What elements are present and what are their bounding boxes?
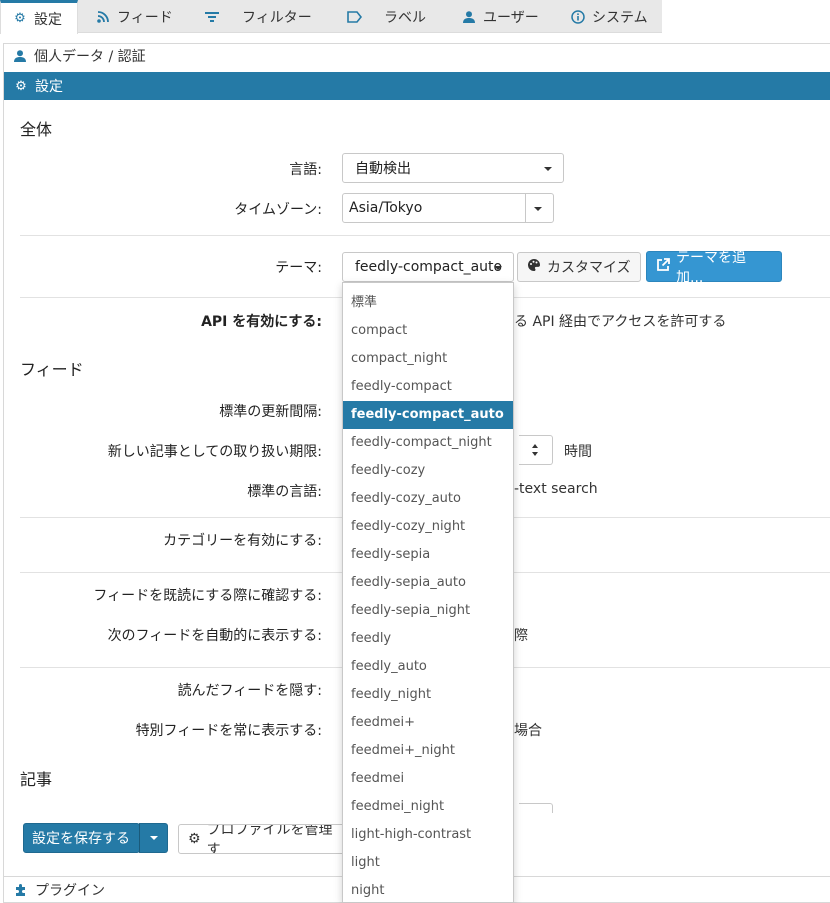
rss-icon — [95, 9, 111, 25]
gear-icon: ⚙ — [188, 831, 201, 847]
tab-label: フィルター — [242, 9, 312, 26]
theme-option[interactable]: feedly-sepia_night — [343, 597, 513, 625]
customize-button[interactable]: カスタマイズ — [517, 252, 641, 282]
auto-next-hint: 際 — [514, 628, 528, 644]
theme-option[interactable]: feedly-cozy — [343, 457, 513, 485]
theme-option[interactable]: feedly-sepia — [343, 541, 513, 569]
theme-option[interactable]: feedmei+_night — [343, 737, 513, 765]
theme-option[interactable]: feedly-sepia_auto — [343, 569, 513, 597]
theme-option[interactable]: feedly-compact_auto — [343, 401, 513, 429]
settings-header[interactable]: ⚙ 設定 — [4, 72, 830, 100]
theme-option[interactable]: feedly_auto — [343, 653, 513, 681]
section-articles-heading: 記事 — [20, 770, 53, 789]
chevron-down-icon — [149, 836, 158, 840]
default-language-hint: -text search — [514, 481, 598, 497]
section-general-heading: 全体 — [20, 120, 53, 139]
categories-label: カテゴリーを有効にする: — [163, 533, 322, 549]
language-select-value: 自動検出 — [355, 161, 411, 177]
hide-read-label: 読んだフィードを隠す: — [177, 683, 322, 699]
theme-option[interactable]: light-high-contrast — [343, 821, 513, 849]
theme-label: テーマ: — [275, 260, 322, 276]
tab-label: ラベル — [384, 9, 426, 26]
always-show-special-hint: 場合 — [514, 723, 542, 739]
theme-option[interactable]: feedmei_night — [343, 793, 513, 821]
fresh-limit-stepper[interactable] — [519, 435, 553, 465]
section-feeds-heading: フィード — [20, 360, 84, 379]
save-settings-label: 設定を保存する — [32, 831, 130, 847]
chevron-down-icon — [494, 266, 502, 270]
always-show-special-label: 特別フィードを常に表示する: — [135, 723, 322, 739]
language-label: 言語: — [289, 162, 322, 178]
confirm-mark-read-label: フィードを既読にする際に確認する: — [93, 588, 322, 604]
label-icon — [346, 9, 362, 25]
theme-select-value: feedly-compact_auto — [355, 259, 503, 275]
theme-option[interactable]: feedly-compact_night — [343, 429, 513, 457]
auto-next-label: 次のフィードを自動的に表示する: — [107, 628, 322, 644]
chevron-down-icon[interactable] — [532, 452, 538, 456]
language-select[interactable]: 自動検出 — [342, 153, 564, 183]
settings-header-label: 設定 — [35, 79, 63, 95]
timezone-label: タイムゾーン: — [234, 202, 322, 218]
tab-users[interactable]: ユーザー — [461, 0, 539, 33]
tab-label: システム — [592, 9, 648, 26]
puzzle-icon — [13, 882, 29, 898]
customize-button-label: カスタマイズ — [547, 260, 631, 276]
theme-option[interactable]: feedly-cozy_auto — [343, 485, 513, 513]
chevron-down-icon — [544, 167, 552, 171]
tab-filters[interactable]: フィルター — [204, 0, 312, 33]
theme-option[interactable]: 標準 — [343, 289, 513, 317]
fresh-limit-label: 新しい記事としての取り扱い期限: — [107, 444, 322, 460]
save-options-dropdown[interactable] — [139, 823, 168, 853]
tab-label: フィード — [117, 9, 173, 26]
chevron-up-icon[interactable] — [532, 444, 538, 448]
default-language-label: 標準の言語: — [247, 484, 322, 500]
divider — [525, 194, 526, 222]
theme-dropdown-menu[interactable]: 標準 compact compact_night feedly-compact feed… — [342, 282, 514, 903]
tab-label: 設定 — [34, 11, 62, 28]
api-hint: る API 経由でアクセスを許可する — [514, 314, 727, 330]
chevron-down-icon — [534, 207, 542, 211]
theme-option[interactable]: night — [343, 877, 513, 902]
info-icon — [570, 9, 586, 25]
add-theme-button-label: テーマを追加... — [676, 249, 746, 286]
tab-labels[interactable]: ラベル — [346, 0, 426, 33]
save-settings-button[interactable]: 設定を保存する — [23, 823, 140, 853]
add-theme-button[interactable]: テーマを追加... — [646, 250, 782, 286]
tab-label: ユーザー — [483, 9, 539, 26]
theme-option[interactable]: feedmei — [343, 765, 513, 793]
theme-option[interactable]: compact_night — [343, 345, 513, 373]
theme-option[interactable]: compact — [343, 317, 513, 345]
theme-select[interactable]: feedly-compact_auto — [342, 252, 514, 282]
manage-profiles-button[interactable]: ⚙ プロファイルを管理す — [178, 824, 346, 854]
fresh-limit-unit: 時間 — [564, 444, 592, 460]
breadcrumb-label: 個人データ / 認証 — [34, 49, 146, 65]
theme-option[interactable]: feedmei+ — [343, 709, 513, 737]
user-icon — [12, 48, 28, 64]
gear-icon: ⚙ — [14, 11, 26, 26]
external-link-icon — [656, 257, 670, 276]
theme-option[interactable]: feedly — [343, 625, 513, 653]
tab-settings[interactable]: ⚙ 設定 — [0, 0, 78, 34]
timezone-select-value: Asia/Tokyo — [349, 200, 423, 216]
article-stepper[interactable] — [519, 803, 553, 813]
manage-profiles-label: プロファイルを管理す — [206, 824, 333, 854]
filter-icon — [204, 9, 220, 25]
tab-system[interactable]: システム — [570, 0, 648, 33]
divider — [20, 235, 830, 236]
theme-option[interactable]: feedly_night — [343, 681, 513, 709]
user-icon — [461, 9, 477, 25]
plugins-label: プラグイン — [35, 883, 105, 899]
timezone-select[interactable]: Asia/Tokyo — [342, 193, 554, 223]
theme-option[interactable]: feedly-compact — [343, 373, 513, 401]
api-label: API を有効にする: — [201, 314, 322, 330]
gear-icon: ⚙ — [15, 78, 27, 94]
main-tabs: ⚙ 設定 フィード フィルター ラベル ユーザー システム — [0, 0, 662, 34]
update-interval-label: 標準の更新間隔: — [219, 404, 322, 420]
theme-option[interactable]: light — [343, 849, 513, 877]
breadcrumb[interactable]: 個人データ / 認証 — [12, 46, 146, 66]
theme-option[interactable]: feedly-cozy_night — [343, 513, 513, 541]
palette-icon — [527, 258, 541, 276]
tab-feeds[interactable]: フィード — [95, 0, 173, 33]
